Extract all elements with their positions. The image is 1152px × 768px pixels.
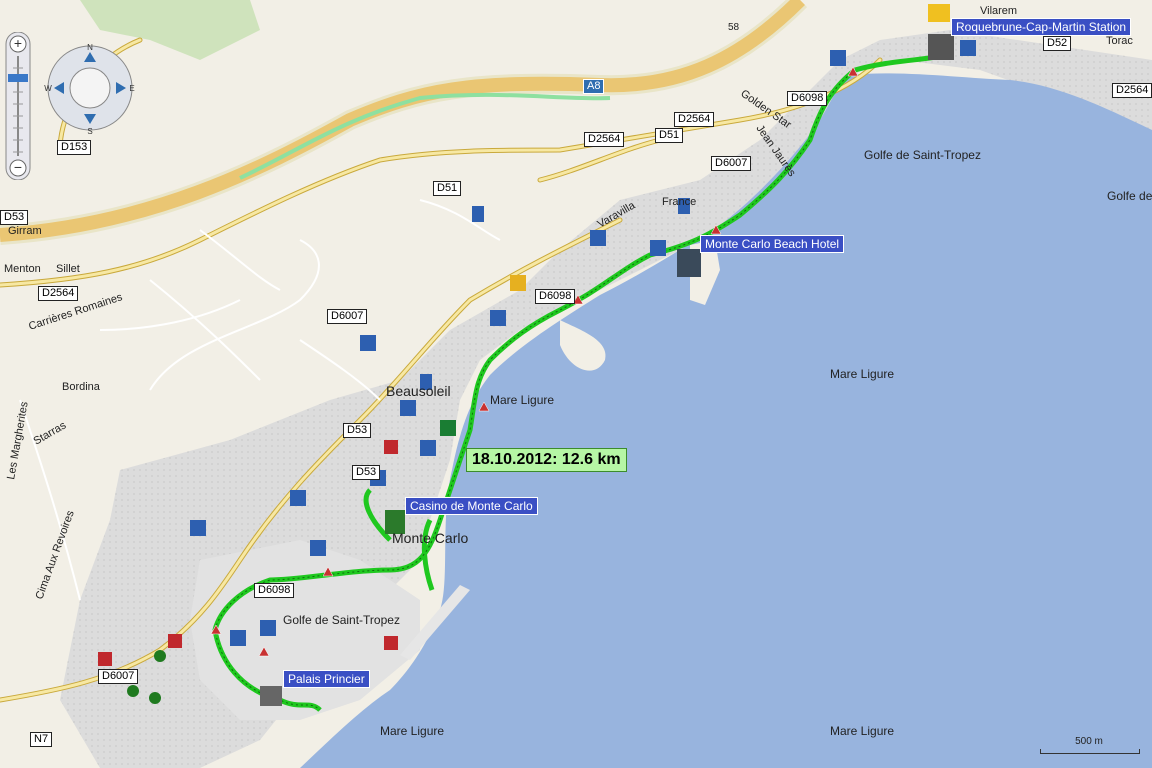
road-badge-d51-2: D51 (433, 181, 462, 196)
map-layer: Golfe de Saint-Tropez Golfe de S Golfe d… (0, 0, 1152, 768)
poi-label-palais[interactable]: Palais Princier (283, 670, 370, 688)
golfe1-label: Golfe de Saint-Tropez (864, 148, 981, 162)
road-badge-d52: D52 (1043, 36, 1072, 51)
road-badge-a8: A8 (583, 79, 605, 94)
poi-label-station[interactable]: Roquebrune-Cap-Martin Station (951, 18, 1132, 36)
svg-text:W: W (44, 84, 52, 93)
road-badge-d153: D153 (57, 140, 92, 155)
torac-label: Torac (1106, 35, 1133, 47)
road-badge-d6007-2: D6007 (327, 309, 368, 324)
svg-text:S: S (87, 127, 92, 136)
scale-bar: 500 m (1040, 736, 1140, 754)
road-badge-d53-2: D53 (343, 423, 372, 438)
track-distance-label: 18.10.2012: 12.6 km (466, 448, 627, 472)
road-badge-d2564: D2564 (38, 286, 79, 301)
road-badge-d6098-3: D6098 (254, 583, 295, 598)
sillet-label: Sillet (56, 263, 80, 275)
road-badge-d51: D51 (655, 128, 684, 143)
road-badge-d6007-3: D6007 (98, 669, 139, 684)
beausoleil-label: Beausoleil (386, 383, 451, 399)
menton-label: Menton (4, 263, 41, 275)
road-badge-d53: D53 (0, 210, 29, 225)
girram-label: Girram (8, 225, 42, 237)
scale-line (1040, 749, 1140, 754)
mare2-label: Mare Ligure (490, 393, 554, 407)
bordina-label: Bordina (62, 381, 101, 393)
road-badge-d2564-4: D2564 (1112, 83, 1152, 98)
mare3-label: Mare Ligure (380, 724, 444, 738)
france-label: France (662, 196, 696, 208)
svg-text:+: + (14, 35, 22, 51)
road-badge-d2564-2: D2564 (584, 132, 625, 147)
road-badge-d6007: D6007 (711, 156, 752, 171)
road-badge-d53-3: D53 (352, 465, 381, 480)
road-badge-d6098-2: D6098 (535, 289, 576, 304)
svg-text:E: E (129, 84, 134, 93)
golfe2-label: Golfe de S (1107, 189, 1152, 203)
svg-text:N: N (87, 43, 93, 52)
poi-label-casino[interactable]: Casino de Monte Carlo (405, 497, 538, 515)
golfe3-label: Golfe de Saint-Tropez (283, 613, 400, 627)
montecarlo-label: Monte Carlo (392, 530, 468, 546)
road-badge-n7: N7 (30, 732, 53, 747)
pan-control[interactable]: N S E W (44, 38, 140, 142)
zoom-slider-handle[interactable] (8, 74, 28, 82)
svg-text:−: − (14, 159, 22, 175)
mare4-label: Mare Ligure (830, 724, 894, 738)
mare1-label: Mare Ligure (830, 367, 894, 381)
map-canvas[interactable]: Golfe de Saint-Tropez Golfe de S Golfe d… (0, 0, 1152, 768)
zoom-control[interactable]: + − (4, 32, 32, 180)
road-badge-d6098: D6098 (787, 91, 828, 106)
scale-label: 500 m (1075, 736, 1103, 747)
road-badge-d2564-3: D2564 (674, 112, 715, 127)
villaremi-label: Vilarem (980, 5, 1017, 17)
poi-label-beach-hotel[interactable]: Monte Carlo Beach Hotel (700, 235, 845, 253)
num58-label: 58 (728, 22, 740, 33)
